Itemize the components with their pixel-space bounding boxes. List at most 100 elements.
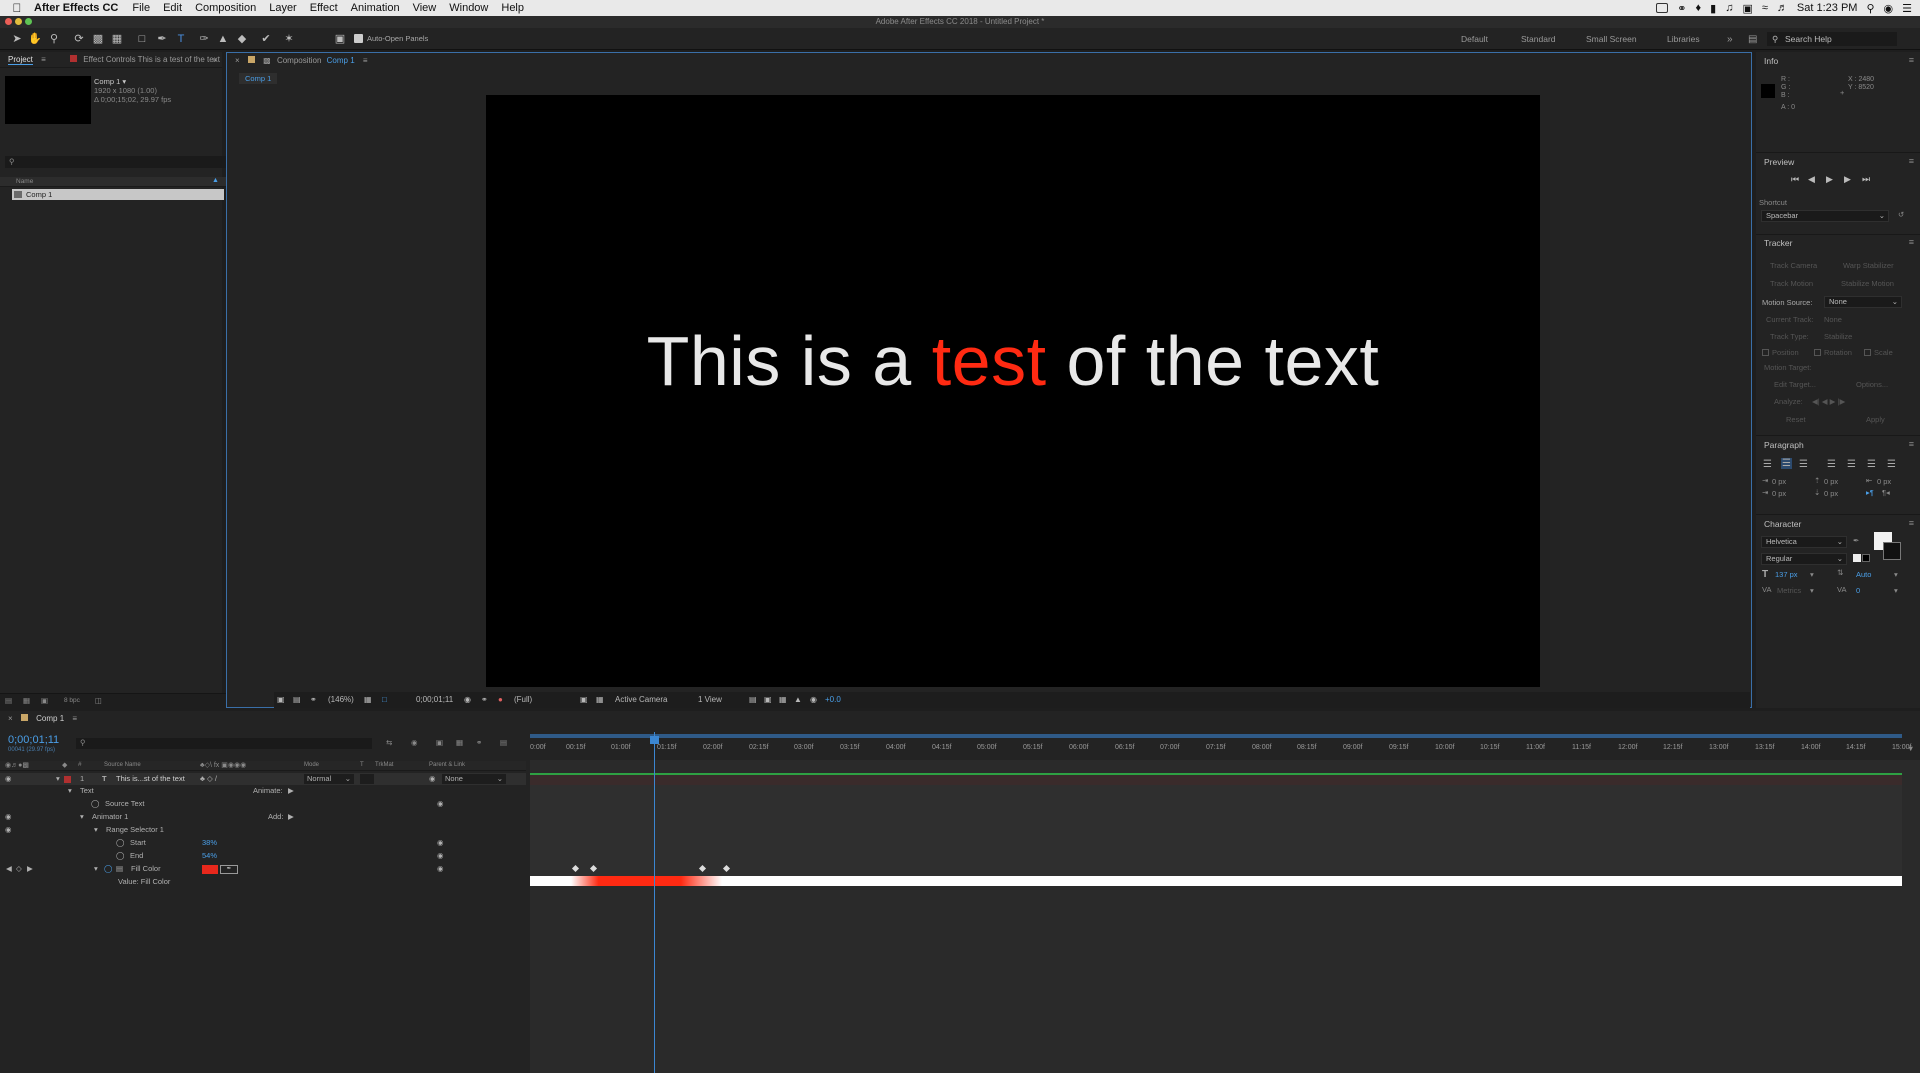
work-area-bar[interactable] [530,734,1902,738]
end-value[interactable]: 54% [202,850,217,862]
reset-button[interactable]: Reset [1786,415,1806,424]
column-mode[interactable]: Mode [304,762,319,768]
tab-composition-name[interactable]: Comp 1 [327,56,355,65]
reset-exposure-icon[interactable]: ◉ [810,695,817,704]
scale-checkbox[interactable] [1864,349,1871,356]
eraser-tool-icon[interactable]: ◆ [235,32,249,46]
shy-layers-icon[interactable]: ▣ [436,738,443,747]
previous-keyframe-icon[interactable]: ◀ [6,863,12,875]
draft-3d-icon[interactable]: ◉ [411,738,418,747]
layer-label-color[interactable] [64,776,71,783]
pan-behind-tool-icon[interactable]: ▦ [110,32,124,46]
motion-blur-icon[interactable]: ⚭ [476,738,482,747]
clone-stamp-tool-icon[interactable]: ▲ [216,32,230,46]
eyedropper-button[interactable]: ✒ [220,865,238,874]
tab-composition[interactable]: Composition [277,56,321,65]
kerning-value[interactable]: Metrics [1777,586,1801,595]
eyedropper-icon[interactable]: ✒ [1853,536,1859,545]
stopwatch-icon[interactable]: ◯ [116,837,124,849]
timeline-graph-area[interactable]: 0:00f 00:15f 01:00f 01:15f 02:00f 02:15f 03:00… [530,732,1920,1073]
align-left-icon[interactable]: ☰ [1763,459,1772,470]
expression-pickwhip-icon[interactable]: ◉ [437,850,444,862]
preview-menu-icon[interactable]: ≡ [1909,156,1914,166]
type-tool-icon[interactable]: T [174,32,188,46]
twirl-down-icon[interactable]: ▾ [56,773,60,785]
auto-open-checkbox[interactable] [354,34,363,43]
workspace-small-screen[interactable]: Small Screen [1586,34,1637,44]
expression-pickwhip-icon[interactable]: ◉ [437,837,444,849]
expression-pickwhip-icon[interactable]: ◉ [437,798,444,810]
white-swatch[interactable] [1853,554,1861,562]
last-frame-icon[interactable]: ⏭ [1862,174,1870,185]
camera-tool-icon[interactable]: ▩ [91,32,105,46]
work-area-end-icon[interactable]: ▼ [1907,744,1914,753]
column-parent[interactable]: Parent & Link [429,762,465,768]
justify-all-icon[interactable]: ☰ [1887,459,1896,470]
region-of-interest-icon[interactable]: ▣ [580,695,588,704]
source-text-row[interactable]: ◯ Source Text ◉ [0,798,526,810]
app-menu[interactable]: After Effects CC [34,2,118,14]
start-row[interactable]: ◯ Start 38% ◉ [0,837,526,849]
comp-text-layer[interactable]: This is a test of the text [486,321,1540,401]
rotate-tool-icon[interactable]: ⟳ [72,32,86,46]
fill-color-row[interactable]: ◀ ◇ ▶ ▾ ◯ ▤ Fill Color ✒ ◉ [0,863,526,875]
always-preview-icon[interactable]: ▣ [277,695,285,704]
snapshot-icon[interactable]: ◉ [464,695,471,704]
preserve-transparency-checkbox[interactable] [360,774,374,784]
next-frame-icon[interactable]: ▶ [1844,174,1851,185]
magnification-dropdown[interactable]: (146%) [328,695,354,704]
roto-brush-tool-icon[interactable]: ✔ [259,32,273,46]
selection-tool-icon[interactable]: ➤ [10,32,24,46]
visibility-eye-icon[interactable]: ◉ [5,811,12,823]
clock-text[interactable]: Sat 1:23 PM [1797,2,1858,14]
play-icon[interactable]: ▶ [1826,174,1833,185]
preview-title[interactable]: Preview [1764,157,1794,167]
apply-button[interactable]: Apply [1866,415,1885,424]
toggle-pixel-aspect-icon[interactable]: ▤ [749,695,757,704]
visibility-eye-icon[interactable]: ◉ [5,824,12,836]
text-property-group[interactable]: ▾ Text Animate: ▶ [0,785,526,797]
exposure-value[interactable]: +0.0 [825,695,841,704]
info-menu-icon[interactable]: ≡ [1909,55,1914,65]
av-features-icons[interactable]: ◉♬●▩ [5,761,29,769]
sort-arrow-icon[interactable]: ▲ [212,177,219,184]
trash-icon[interactable]: ◫ [95,696,102,705]
warp-stabilizer-button[interactable]: Warp Stabilizer [1843,261,1894,270]
composition-mini-flowchart-icon[interactable]: ⇆ [386,738,392,747]
close-tab-icon[interactable]: × [235,56,240,65]
twirl-down-icon[interactable]: ▾ [80,811,84,823]
menu-edit[interactable]: Edit [163,2,182,14]
character-menu-icon[interactable]: ≡ [1909,518,1914,528]
fill-color-value-graph[interactable] [530,876,1902,886]
column-name[interactable]: Name [16,178,33,185]
chevron-down-icon[interactable]: ▾ [1894,570,1898,579]
twirl-down-icon[interactable]: ▾ [94,824,98,836]
interpret-footage-icon[interactable]: ▤ [5,696,12,705]
search-icon[interactable]: ⚲ [1866,2,1874,15]
shortcut-dropdown[interactable]: Spacebar ⌄ [1761,210,1889,222]
camera-dropdown[interactable]: Active Camera [615,695,667,704]
track-type-value[interactable]: Stabilize [1824,332,1852,341]
volume-icon[interactable]: ♬ [1777,2,1788,14]
start-value[interactable]: 38% [202,837,217,849]
space-after-value[interactable]: 0 px [1824,489,1838,498]
position-checkbox[interactable] [1762,349,1769,356]
wifi-icon[interactable]: ≈ [1762,2,1768,14]
vr-icon[interactable]: ⚭ [310,695,317,704]
bell-icon[interactable]: ♫ [1725,2,1733,14]
pick-whip-icon[interactable]: ◉ [429,773,436,785]
composition-menu-icon[interactable]: ≡ [363,56,368,65]
show-snapshot-icon[interactable]: ⚭ [481,695,488,704]
align-center-icon[interactable]: ☰ [1781,458,1792,469]
zoom-tool-icon[interactable]: ⚲ [47,32,61,46]
layer-mode-dropdown[interactable]: Normal ⌄ [304,774,354,784]
indent-left-value[interactable]: 0 px [1772,477,1786,486]
stopwatch-icon[interactable]: ◯ [91,798,99,810]
menu-view[interactable]: View [413,2,437,14]
analyze-controls[interactable]: ◀| ◀ ▶ |▶ [1812,397,1845,406]
indent-right-value[interactable]: 0 px [1877,477,1891,486]
first-frame-icon[interactable]: ⏮ [1791,174,1799,185]
chevron-down-icon[interactable]: ▾ [1810,570,1814,579]
timeline-icon[interactable]: ▦ [779,695,787,704]
panel-overflow-icon[interactable]: » [213,52,217,68]
